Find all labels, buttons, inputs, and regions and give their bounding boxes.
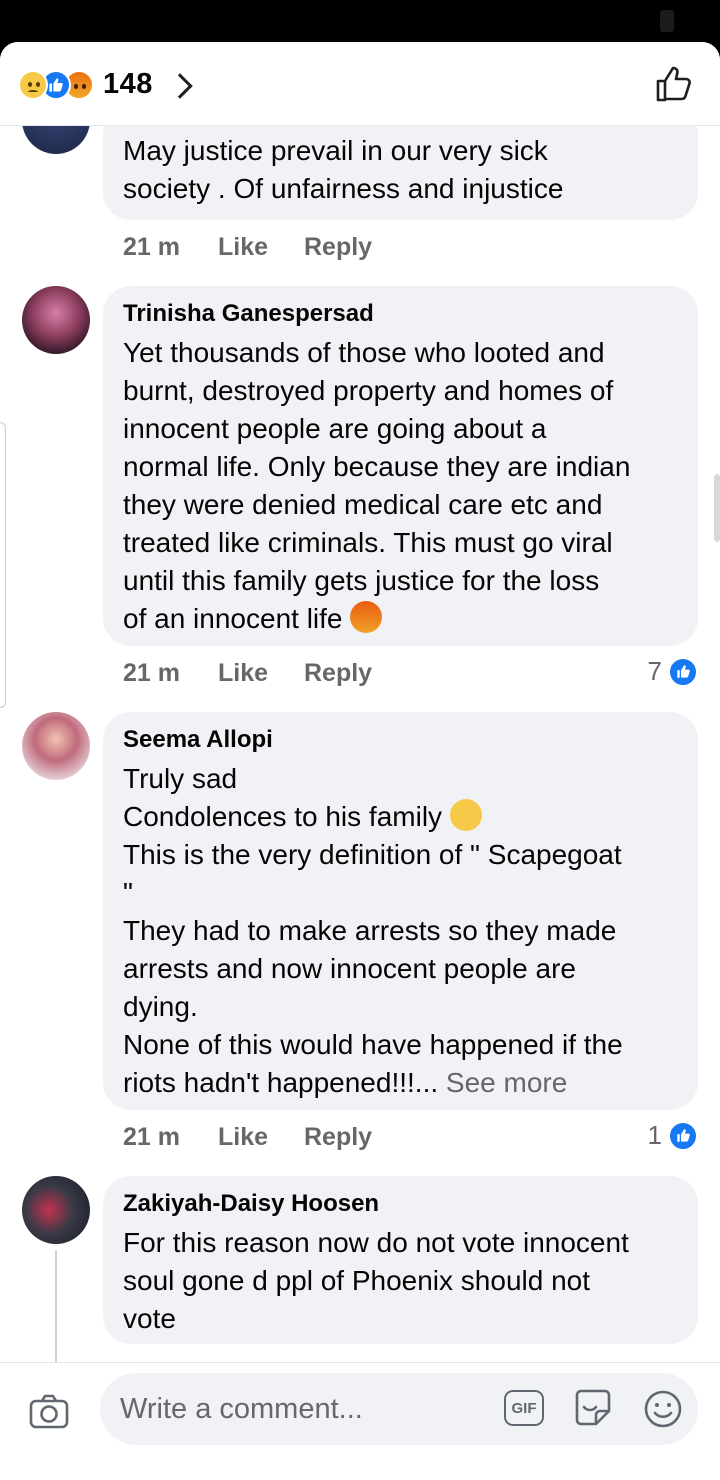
reactions-header: 148 [0, 42, 720, 126]
like-badge-icon [668, 1120, 698, 1151]
comment-composer: Write a comment... GIF [0, 1362, 720, 1480]
avatar[interactable] [22, 1176, 90, 1244]
comment-input-placeholder: Write a comment... [120, 1392, 363, 1425]
comment-text: May justice prevail in our very sick soc… [123, 135, 564, 204]
camera-icon [29, 1394, 69, 1429]
emoji-button[interactable] [642, 1388, 684, 1430]
scrollbar[interactable] [714, 474, 720, 542]
reactions-summary[interactable]: 148 [18, 68, 193, 101]
chevron-right-icon [167, 72, 193, 99]
lock-icon [660, 10, 674, 32]
comment-text: Yet thousands of those who looted and bu… [123, 337, 631, 634]
comments-sheet: 148 May justice prevail in our very sick… [0, 42, 720, 1480]
sticker-icon [575, 1389, 611, 1426]
comment-author[interactable]: Zakiyah-Daisy Hoosen [123, 1190, 678, 1218]
comment-actions: 21 m Like Reply [123, 658, 372, 688]
reply-button[interactable]: Reply [304, 1123, 372, 1152]
reply-button[interactable]: Reply [304, 659, 372, 688]
gif-button[interactable]: GIF [504, 1390, 544, 1426]
reply-button[interactable]: Reply [304, 233, 372, 262]
sad-reaction-icon [18, 69, 48, 100]
comment-bubble: Zakiyah-Daisy Hoosen For this reason now… [103, 1176, 698, 1344]
comment-like-count[interactable]: 1 [648, 1120, 698, 1151]
see-more-link[interactable]: See more [446, 1067, 567, 1098]
camera-button[interactable] [28, 1391, 70, 1433]
like-count: 1 [647, 1120, 662, 1150]
comment-author[interactable]: Trinisha Ganespersad [123, 300, 678, 328]
status-bar [0, 0, 720, 44]
like-badge-icon [668, 656, 698, 687]
comment-actions: 21 m Like Reply [123, 232, 372, 262]
sticker-button[interactable] [572, 1387, 614, 1429]
comment-bubble: Seema Allopi Truly sad Condolences to hi… [103, 712, 698, 1110]
like-count: 7 [647, 656, 662, 686]
comment-author[interactable]: Seema Allopi [123, 726, 678, 754]
pleading-face-icon [449, 799, 482, 831]
smiley-icon [644, 1390, 682, 1428]
comment-text: For this reason now do not vote innocent… [123, 1227, 629, 1334]
comment-like-count[interactable]: 7 [648, 656, 698, 687]
reaction-count: 148 [103, 68, 153, 100]
like-post-button[interactable] [654, 64, 694, 104]
comment-time: 21 m [123, 232, 180, 261]
reply-thread-line [55, 1250, 57, 1370]
angry-face-icon [350, 601, 383, 633]
comment-actions: 21 m Like Reply [123, 1122, 372, 1152]
comment-time: 21 m [123, 658, 180, 687]
comment-text: Truly sad Condolences to his family This… [123, 763, 623, 1098]
comment-time: 21 m [123, 1122, 180, 1151]
left-edge-handle[interactable] [0, 422, 6, 708]
like-button[interactable]: Like [218, 233, 304, 262]
like-button[interactable]: Like [218, 1123, 304, 1152]
thumbs-up-icon [656, 66, 691, 102]
avatar[interactable] [22, 712, 90, 780]
like-button[interactable]: Like [218, 659, 304, 688]
avatar[interactable] [22, 286, 90, 354]
comment-bubble: Trinisha Ganespersad Yet thousands of th… [103, 286, 698, 646]
